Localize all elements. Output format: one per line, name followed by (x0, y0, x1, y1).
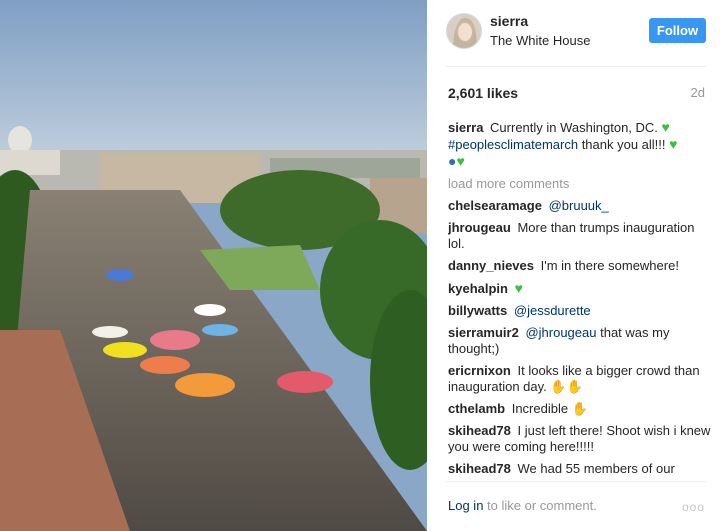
list-item: cthelamb Incredible ✋ (448, 401, 712, 417)
list-item: sierramuir2 @jhrougeau that was my thoug… (448, 325, 712, 357)
green-heart-icon: ♥ (661, 119, 670, 135)
comment-username[interactable]: sierramuir2 (448, 325, 519, 340)
post-header: sierra The White House Follow (427, 0, 721, 66)
comments-list: sierra Currently in Washington, DC. ♥ #p… (448, 119, 712, 475)
post-location[interactable]: The White House (490, 33, 590, 48)
list-item: jhrougeau More than trumps inauguration … (448, 220, 712, 252)
list-item: skihead78 We had 55 members of our (448, 461, 712, 475)
comment-username[interactable]: kyehalpin (448, 281, 508, 296)
login-prompt-text: to like or comment. (483, 498, 597, 513)
comment-username[interactable]: ericrnixon (448, 363, 511, 378)
comment-username[interactable]: danny_nieves (448, 258, 534, 273)
comment-username[interactable]: jhrougeau (448, 220, 511, 235)
footer-divider (446, 481, 706, 482)
clapping-hands-icon: ✋✋ (550, 379, 583, 394)
crowd-photo-image (0, 0, 427, 531)
list-item: billywatts @jessdurette (448, 303, 712, 319)
more-options-icon[interactable]: ooo (682, 500, 705, 514)
list-item: kyehalpin ♥ (448, 280, 712, 297)
comment-username[interactable]: skihead78 (448, 423, 511, 438)
load-more-comments-link[interactable]: load more comments (448, 176, 712, 192)
green-heart-icon: ♥ (514, 280, 523, 296)
green-heart-icon: ♥ (456, 153, 465, 169)
green-heart-icon: ♥ (669, 136, 678, 152)
list-item: ericrnixon It looks like a bigger crowd … (448, 363, 712, 395)
caption-username[interactable]: sierra (448, 120, 483, 135)
caption: sierra Currently in Washington, DC. ♥ #p… (448, 119, 712, 170)
post-photo[interactable] (0, 0, 427, 531)
comment-text: I'm in there somewhere! (540, 258, 679, 273)
list-item: skihead78 I just left there! Shoot wish … (448, 423, 712, 455)
header-divider (446, 66, 706, 67)
comment-username[interactable]: cthelamb (448, 401, 505, 416)
comment-text: Incredible (511, 401, 569, 416)
comment-text: We had 55 members of our (517, 461, 675, 475)
post-username[interactable]: sierra (490, 13, 528, 29)
caption-hashtag[interactable]: #peoplesclimatemarch (448, 137, 578, 152)
raised-hands-icon: ✋ (571, 401, 588, 416)
list-item: danny_nieves I'm in there somewhere! (448, 258, 712, 274)
login-prompt: Log in to like or comment. (448, 498, 597, 513)
comment-username[interactable]: billywatts (448, 303, 507, 318)
avatar[interactable] (446, 13, 482, 49)
list-item: chelsearamage @bruuuk_ (448, 198, 712, 214)
post-sidebar: sierra The White House Follow 2,601 like… (427, 0, 721, 531)
comment-username[interactable]: chelsearamage (448, 198, 542, 213)
likes-count[interactable]: 2,601 likes (448, 85, 518, 101)
caption-text-2: thank you all!!! (578, 137, 666, 152)
post-age[interactable]: 2d (691, 85, 705, 100)
comment-mention[interactable]: @jessdurette (514, 303, 591, 318)
comment-username[interactable]: skihead78 (448, 461, 511, 475)
comment-mention[interactable]: @jhrougeau (525, 325, 596, 340)
comment-mention[interactable]: @bruuuk_ (549, 198, 609, 213)
follow-button[interactable]: Follow (649, 18, 706, 43)
caption-text: Currently in Washington, DC. (490, 120, 658, 135)
login-link[interactable]: Log in (448, 498, 483, 513)
user-avatar-icon (447, 14, 481, 48)
